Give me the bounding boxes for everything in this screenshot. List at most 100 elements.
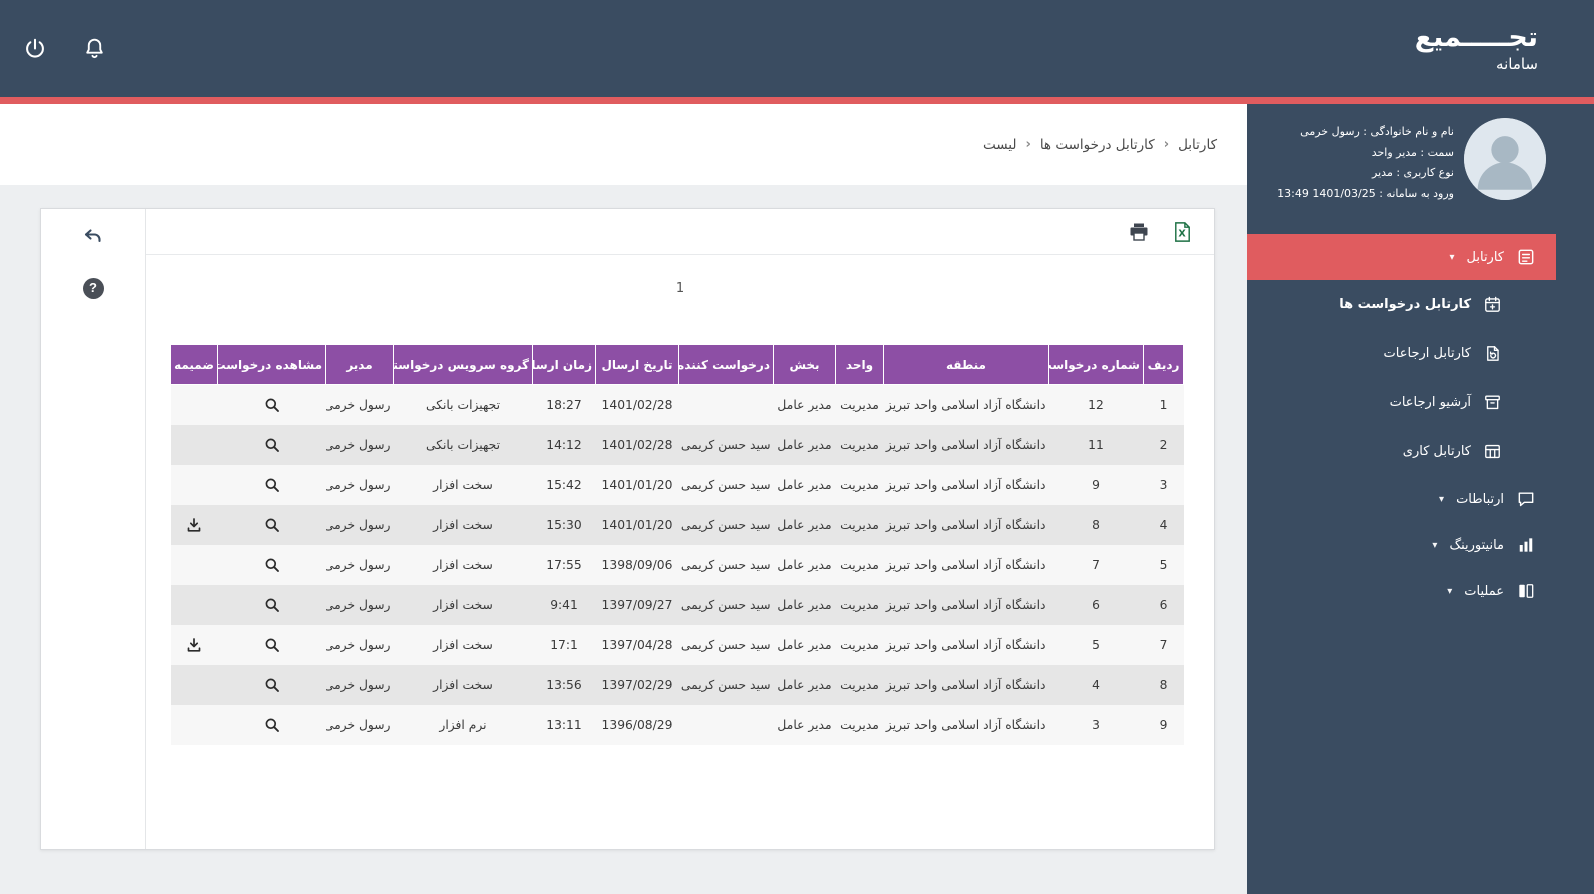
cell-region: دانشگاه آزاد اسلامی واحد تبریز — [885, 717, 1046, 732]
cell-view-request — [218, 625, 326, 665]
menu-item-label: کارتابل کاری — [1402, 444, 1471, 459]
view-request-button[interactable] — [262, 675, 282, 695]
profile-user-type: نوع کاربری : مدیر — [1372, 166, 1454, 179]
table-row: 5 7 دانشگاه آزاد اسلامی واحد تبریز مدیریت مد… — [170, 544, 1184, 585]
cell-service-group: سخت افزار — [433, 517, 493, 532]
column-header: مشاهده درخواست — [217, 344, 326, 385]
cell-view-request — [218, 385, 326, 425]
view-request-button[interactable] — [262, 715, 282, 735]
cell-send-date: 1397/09/27 — [601, 597, 673, 612]
help-button[interactable] — [78, 273, 108, 303]
power-button[interactable] — [16, 30, 54, 68]
cell-section: مدیر عامل — [777, 637, 832, 652]
cell-service-group: سخت افزار — [433, 677, 493, 692]
download-attachment-button[interactable] — [184, 515, 204, 535]
column-header: ضمیمه — [170, 344, 218, 385]
chevron-down-icon: ▾ — [1439, 493, 1445, 505]
menu-item-cartable[interactable]: کارتابل ▾ — [1247, 234, 1556, 280]
brand-subtitle: سامانه — [1496, 54, 1538, 73]
view-request-button[interactable] — [262, 515, 282, 535]
power-icon — [22, 38, 48, 65]
magnifier-icon — [264, 518, 280, 536]
excel-icon: X — [1171, 221, 1194, 247]
table-row: 8 4 دانشگاه آزاد اسلامی واحد تبریز مدیریت مد… — [170, 664, 1184, 705]
cell-manager: رسول خرمی — [325, 397, 391, 412]
column-header: گروه سرویس درخواستی — [393, 344, 533, 385]
cell-manager: رسول خرمی — [325, 717, 391, 732]
menu-item-communications[interactable]: ارتباطات ▾ — [1247, 476, 1556, 522]
printer-icon — [1127, 223, 1151, 247]
view-request-button[interactable] — [262, 435, 282, 455]
magnifier-icon — [264, 638, 280, 656]
breadcrumb-item-requests[interactable]: کارتابل درخواست ها — [1040, 137, 1155, 153]
view-request-button[interactable] — [262, 475, 282, 495]
menu-item-monitoring[interactable]: مانیتورینگ ▾ — [1247, 522, 1556, 568]
cell-region: دانشگاه آزاد اسلامی واحد تبریز — [885, 557, 1046, 572]
cell-section: مدیر عامل — [777, 437, 832, 452]
archive-icon — [1483, 393, 1502, 412]
profile-info: نام و نام خانوادگی : رسول خرمی سمت : مدی… — [1277, 118, 1454, 204]
breadcrumb-separator: ‹ — [1025, 137, 1031, 152]
login-date: 1401/03/25 — [1312, 186, 1376, 200]
chevron-down-icon: ▾ — [1449, 251, 1455, 263]
cell-send-date: 1397/04/28 — [601, 637, 673, 652]
notifications-button[interactable] — [76, 30, 113, 67]
view-request-button[interactable] — [262, 635, 282, 655]
back-button[interactable] — [78, 221, 108, 251]
cell-view-request — [218, 585, 326, 625]
breadcrumb-item-cartable[interactable]: کارتابل — [1178, 137, 1217, 153]
sidebar: نام و نام خانوادگی : رسول خرمی سمت : مدی… — [1247, 104, 1594, 894]
menu-item-cartable-requests[interactable]: کارتابل درخواست ها — [1247, 280, 1556, 329]
column-header: ردیف — [1143, 344, 1184, 385]
cell-view-request — [218, 545, 326, 585]
table-row: 1 12 دانشگاه آزاد اسلامی واحد تبریز مدیریت م… — [170, 384, 1184, 425]
accent-divider — [0, 97, 1594, 104]
cell-requester: سید حسن کریمی — [680, 637, 771, 652]
table-row: 2 11 دانشگاه آزاد اسلامی واحد تبریز مدیریت م… — [170, 424, 1184, 465]
menu-item-operations[interactable]: عملیات ▾ — [1247, 568, 1556, 614]
page-number[interactable]: 1 — [670, 279, 690, 298]
profile-position: سمت : مدیر واحد — [1371, 145, 1454, 159]
export-excel-button[interactable]: X — [1169, 218, 1196, 246]
cell-row-no: 3 — [1159, 477, 1168, 492]
cell-attachment — [171, 385, 218, 425]
menu-item-label: عملیات — [1464, 583, 1504, 599]
cell-service-group: تجهیزات بانکی — [425, 397, 501, 412]
menu-item-label: مانیتورینگ — [1449, 537, 1504, 553]
cell-service-group: سخت افزار — [433, 637, 493, 652]
cell-row-no: 5 — [1159, 557, 1168, 572]
cell-attachment — [171, 705, 218, 745]
view-request-button[interactable] — [262, 395, 282, 415]
magnifier-icon — [264, 718, 280, 736]
grid-icon — [1483, 442, 1502, 461]
table-row: 9 3 دانشگاه آزاد اسلامی واحد تبریز مدیریت مد… — [170, 704, 1184, 745]
menu-item-referrals-archive[interactable]: آرشیو ارجاعات — [1247, 378, 1556, 427]
print-button[interactable] — [1125, 218, 1153, 246]
menu-item-work-cartable[interactable]: کارتابل کاری — [1247, 427, 1556, 476]
cell-requester — [679, 385, 774, 425]
cell-region: دانشگاه آزاد اسلامی واحد تبریز — [885, 597, 1046, 612]
cell-unit: مدیریت — [840, 477, 879, 492]
menu-item-cartable-referrals[interactable]: کارتابل ارجاعات — [1247, 329, 1556, 378]
help-icon — [82, 277, 104, 299]
menu-item-label: کارتابل — [1466, 249, 1504, 265]
column-header: تاریخ ارسال — [595, 344, 679, 385]
cell-send-time: 15:30 — [546, 517, 582, 532]
cell-region: دانشگاه آزاد اسلامی واحد تبریز — [885, 637, 1046, 652]
brand-title: تجـــــمیع — [1414, 22, 1538, 54]
cell-request-no: 12 — [1088, 397, 1104, 412]
breadcrumb: کارتابل ‹ کارتابل درخواست ها ‹ لیست — [983, 137, 1217, 153]
download-attachment-button[interactable] — [184, 635, 204, 655]
pagination: 1 — [146, 281, 1214, 296]
cell-requester: سید حسن کریمی — [680, 477, 771, 492]
column-header: مدیر — [325, 344, 394, 385]
cell-manager: رسول خرمی — [325, 557, 391, 572]
column-header: درخواست کننده — [678, 344, 774, 385]
view-request-button[interactable] — [262, 555, 282, 575]
view-request-button[interactable] — [262, 595, 282, 615]
svg-text:X: X — [1178, 228, 1186, 239]
menu-item-label: آرشیو ارجاعات — [1389, 395, 1471, 410]
cell-attachment — [171, 545, 218, 585]
cell-request-no: 11 — [1088, 437, 1104, 452]
cell-row-no: 7 — [1159, 637, 1168, 652]
